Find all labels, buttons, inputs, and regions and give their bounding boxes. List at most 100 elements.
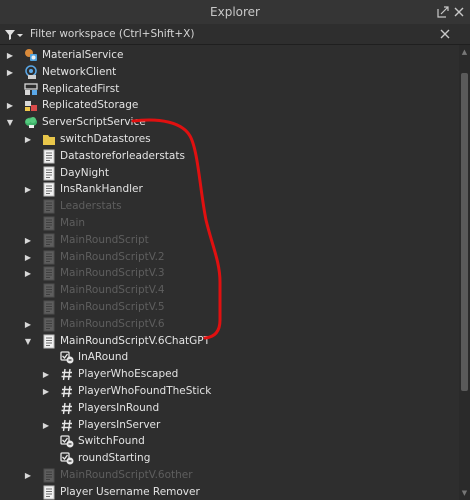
scroll-down-icon[interactable]: ▼ (459, 488, 470, 498)
filter-input[interactable]: Filter workspace (Ctrl+Shift+X) (30, 24, 194, 44)
tree-item-label: PlayerWhoFoundTheStick (78, 385, 212, 397)
tree-item-label: Leaderstats (60, 200, 122, 213)
replicated-first-icon (24, 82, 38, 97)
network-client-icon (24, 65, 38, 80)
tree-item[interactable]: ▶ MaterialService (0, 47, 458, 64)
expand-arrow-closed-icon[interactable]: ▶ (23, 131, 33, 148)
script-icon (42, 283, 56, 298)
bool-value-icon (60, 434, 74, 449)
filter-funnel-icon[interactable] (4, 27, 23, 41)
tree-item[interactable]: roundStarting (0, 450, 458, 467)
bool-value-icon (60, 350, 74, 365)
tree-item[interactable]: SwitchFound (0, 433, 458, 450)
scroll-up-icon[interactable]: ▲ (459, 47, 470, 57)
script-icon (42, 233, 56, 248)
expand-arrow-closed-icon[interactable]: ▶ (23, 181, 33, 198)
expand-arrow-closed-icon[interactable]: ▶ (5, 64, 15, 81)
script-icon (42, 300, 56, 315)
script-icon (42, 166, 56, 181)
explorer-tree: ▶ MaterialService ▶ NetworkClient Replicated… (0, 45, 458, 500)
script-icon (42, 182, 56, 197)
filter-clear-icon[interactable] (438, 27, 452, 41)
tree-item-label: MainRoundScriptV.2 (60, 250, 165, 263)
script-icon (42, 317, 56, 332)
tree-item-label: ReplicatedFirst (42, 82, 120, 95)
tree-item[interactable]: ▶ PlayerWhoEscaped (0, 366, 458, 383)
folder-icon (42, 132, 56, 147)
expand-arrow-closed-icon[interactable]: ▶ (41, 383, 51, 400)
tree-item[interactable]: Leaderstats (0, 198, 458, 215)
vertical-scrollbar[interactable]: ▲ ▼ (459, 45, 470, 500)
tree-item[interactable]: Datastoreforleaderstats (0, 148, 458, 165)
explorer-panel: Explorer Filter workspace (Ctrl+Shift+X)… (0, 0, 470, 500)
tree-item-label: Datastoreforleaderstats (60, 149, 185, 162)
expand-arrow-open-icon[interactable]: ▼ (23, 333, 33, 350)
tree-item-label: InsRankHandler (60, 183, 143, 196)
tree-item-label: roundStarting (78, 452, 151, 465)
tree-item-label: MainRoundScriptV.6ChatGPT (60, 334, 211, 347)
expand-arrow-closed-icon[interactable]: ▶ (5, 47, 15, 64)
tree-item[interactable]: ▼ MainRoundScriptV.6ChatGPT (0, 333, 458, 350)
script-icon (42, 334, 56, 349)
tree-item-label: MainRoundScriptV.6 (60, 317, 165, 330)
number-value-icon (60, 418, 74, 433)
tree-item[interactable]: ▶ PlayersInServer (0, 417, 458, 434)
close-icon[interactable] (452, 5, 466, 19)
tree-item[interactable]: ▶ ReplicatedStorage (0, 97, 458, 114)
filter-bar[interactable]: Filter workspace (Ctrl+Shift+X) (0, 24, 470, 45)
popout-icon[interactable] (436, 5, 450, 19)
script-icon (42, 468, 56, 483)
scroll-thumb[interactable] (461, 73, 468, 391)
expand-arrow-closed-icon[interactable]: ▶ (23, 249, 33, 266)
tree-item-label: switchDatastores (60, 133, 151, 145)
expand-arrow-closed-icon[interactable]: ▶ (23, 316, 33, 333)
expand-arrow-closed-icon[interactable]: ▶ (41, 417, 51, 434)
tree-item-label: DayNight (60, 166, 109, 179)
tree-item-label: SwitchFound (78, 435, 145, 448)
tree-item-label: MainRoundScriptV.6other (60, 469, 193, 481)
tree-item[interactable]: PlayersInRound (0, 400, 458, 417)
script-icon (42, 149, 56, 164)
tree-item[interactable]: ▶ MainRoundScriptV.2 (0, 249, 458, 266)
tree-item-label: ServerScriptService (42, 116, 146, 129)
tree-item[interactable]: Main (0, 215, 458, 232)
tree-item[interactable]: Player Username Remover (0, 484, 458, 500)
tree-item[interactable]: ▶ NetworkClient (0, 64, 458, 81)
tree-item[interactable]: ▶ MainRoundScript (0, 232, 458, 249)
tree-item[interactable]: ▶ switchDatastores (0, 131, 458, 148)
tree-item[interactable]: ▶ MainRoundScriptV.3 (0, 265, 458, 282)
tree-item[interactable]: ▶ PlayerWhoFoundTheStick (0, 383, 458, 400)
script-icon (42, 250, 56, 265)
tree-item[interactable]: ▼ ServerScriptService (0, 114, 458, 131)
tree-item[interactable]: ▶ MainRoundScriptV.6other (0, 467, 458, 484)
tree-item-label: ReplicatedStorage (42, 99, 139, 112)
script-icon (42, 216, 56, 231)
tree-item[interactable]: MainRoundScriptV.5 (0, 299, 458, 316)
expand-arrow-closed-icon[interactable]: ▶ (23, 467, 33, 484)
script-icon (42, 485, 56, 500)
tree-item[interactable]: DayNight (0, 165, 458, 182)
tree-item[interactable]: ReplicatedFirst (0, 81, 458, 98)
tree-item-label: MainRoundScript (60, 233, 149, 246)
title-bar: Explorer (0, 0, 470, 25)
expand-arrow-closed-icon[interactable]: ▶ (23, 232, 33, 249)
tree-item-label: MainRoundScriptV.3 (60, 267, 165, 280)
material-service-icon (24, 48, 38, 63)
tree-item[interactable]: InARound (0, 349, 458, 366)
replicated-storage-icon (24, 98, 38, 113)
tree-item[interactable]: MainRoundScriptV.4 (0, 282, 458, 299)
tree-item-label: PlayerWhoEscaped (78, 368, 179, 381)
tree-item-label: MainRoundScriptV.4 (60, 284, 165, 297)
expand-arrow-closed-icon[interactable]: ▶ (5, 97, 15, 114)
number-value-icon (60, 367, 74, 382)
tree-item-label: InARound (78, 351, 129, 364)
script-icon (42, 266, 56, 281)
expand-arrow-open-icon[interactable]: ▼ (5, 114, 15, 131)
expand-arrow-closed-icon[interactable]: ▶ (23, 265, 33, 282)
tree-item-label: Player Username Remover (60, 485, 200, 498)
tree-item[interactable]: ▶ MainRoundScriptV.6 (0, 316, 458, 333)
expand-arrow-closed-icon[interactable]: ▶ (41, 366, 51, 383)
tree-item-label: MaterialService (42, 49, 124, 61)
tree-item[interactable]: ▶ InsRankHandler (0, 181, 458, 198)
server-script-service-icon (24, 115, 38, 130)
